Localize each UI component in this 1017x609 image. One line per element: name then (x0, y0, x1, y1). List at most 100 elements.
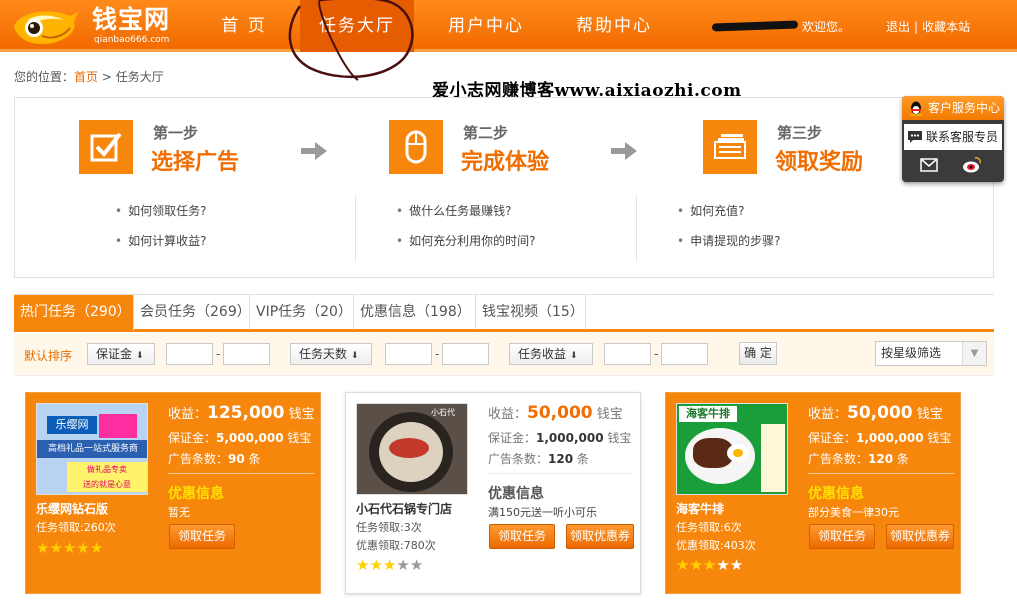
steps-panel: 第一步 选择广告 第二步 完成体验 第三步 领取奖励 如何领取任务? 如何计算收… (14, 97, 994, 278)
breadcrumb: 您的位置：首页 > 任务大厅 (14, 68, 164, 85)
star-icon: ★ (676, 556, 690, 574)
task-image[interactable]: 海客牛排 (676, 403, 788, 495)
header: 钱宝网 qianbao666.com 首 页 任务大厅 用户中心 帮助中心 欢迎… (0, 0, 1017, 52)
profit: 收益：50,000 钱宝 (808, 403, 943, 423)
profit-unit: 钱宝 (596, 407, 623, 422)
claim-coupon-button[interactable]: 领取优惠券 (566, 524, 634, 549)
sort-profit-button[interactable]: 任务收益 (509, 343, 593, 365)
welcome-text: 欢迎您。 (802, 20, 851, 34)
sort-days-button[interactable]: 任务天数 (290, 343, 372, 365)
deposit-value: 1,000,000 (856, 431, 924, 445)
breadcrumb-prefix: 您的位置： (14, 70, 75, 84)
nav-help-center[interactable]: 帮助中心 (564, 0, 664, 52)
star-filter-select[interactable]: 按星级筛选 ▼ (875, 341, 987, 366)
profit-unit: 钱宝 (288, 407, 315, 422)
confirm-button[interactable]: 确 定 (739, 342, 777, 365)
tab-hot-tasks[interactable]: 热门任务（290） (14, 295, 134, 330)
default-sort-label[interactable]: 默认排序 (24, 347, 72, 364)
filter-bar: 默认排序 保证金 - 任务天数 - 任务收益 - 确 定 按星级筛选 ▼ (14, 334, 994, 376)
arrow-right-icon (611, 142, 637, 160)
ad-count-value: 90 (228, 452, 245, 466)
breadcrumb-home[interactable]: 首页 (74, 70, 98, 84)
logo[interactable]: 钱宝网 qianbao666.com (12, 4, 172, 48)
star-icon: ★ (36, 539, 50, 557)
claim-task-button[interactable]: 领取任务 (809, 524, 875, 549)
task-name[interactable]: 海客牛排 (676, 500, 724, 517)
ad-count-unit: 条 (248, 452, 261, 466)
deposit-value: 1,000,000 (536, 431, 604, 445)
task-name[interactable]: 小石代石锅专门店 (356, 500, 452, 517)
task-image[interactable]: 小石代 (356, 403, 468, 495)
tab-member-tasks[interactable]: 会员任务（269） (134, 295, 251, 330)
promo-text: 部分美食一律30元 (808, 506, 899, 519)
tab-vip-tasks[interactable]: VIP任务（20） (250, 295, 354, 330)
image-caption: 做礼品专卖 (87, 465, 127, 474)
faq-link[interactable]: 如何计算收益? (115, 226, 375, 256)
mail-icon[interactable] (920, 158, 938, 172)
profit-min-input[interactable] (604, 343, 651, 365)
claim-task-button[interactable]: 领取任务 (489, 524, 555, 549)
checkbox-icon (79, 120, 133, 174)
deposit-min-input[interactable] (166, 343, 213, 365)
claim-coupon-button[interactable]: 领取优惠券 (886, 524, 954, 549)
money-icon (703, 120, 757, 174)
ad-count-unit: 条 (896, 452, 909, 466)
ad-count: 广告条数：90 条 (168, 450, 261, 467)
claim-task-button[interactable]: 领取任务 (169, 524, 235, 549)
task-card[interactable]: 海客牛排 海客牛排 任务领取:6次 优惠领取:403次 ★★★★★ 收益：50,… (665, 392, 961, 594)
star-icon: ★ (689, 556, 703, 574)
task-image[interactable]: 乐缨网 高档礼品一站式服务商 做礼品专卖 送的就是心意 (36, 403, 148, 495)
deposit: 保证金：5,000,000 钱宝 (168, 429, 311, 446)
task-card[interactable]: 小石代 小石代石锅专门店 任务领取:3次 优惠领取:780次 ★★★★★ 收益：… (345, 392, 641, 594)
star-icon: ★ (396, 556, 410, 574)
profit-label: 收益： (808, 407, 848, 422)
logo-domain: qianbao666.com (94, 35, 170, 45)
profit-unit: 钱宝 (916, 407, 943, 422)
faq-link[interactable]: 申请提现的步骤? (677, 226, 937, 256)
star-filter-value: 按星级筛选 (881, 346, 942, 360)
days-max-input[interactable] (442, 343, 489, 365)
arrow-right-icon (301, 142, 327, 160)
deposit-unit: 钱宝 (927, 431, 952, 445)
star-icon: ★ (716, 556, 730, 574)
faq-link[interactable]: 做什么任务最赚钱? (396, 196, 656, 226)
faq-link[interactable]: 如何充分利用你的时间? (396, 226, 656, 256)
annotation-circle (288, 0, 414, 81)
contact-agent-button[interactable]: 联系客服专员 (904, 124, 1002, 150)
deposit-max-input[interactable] (223, 343, 270, 365)
faq-column-3: 如何充值? 申请提现的步骤? (677, 196, 937, 266)
logout-link[interactable]: 退出 (886, 20, 910, 34)
bird-logo-icon (14, 11, 78, 44)
range-dash: - (216, 347, 221, 361)
tab-promotions[interactable]: 优惠信息（198） (354, 295, 476, 330)
contact-agent-label: 联系客服专员 (926, 130, 999, 144)
ad-count-label: 广告条数： (488, 452, 549, 466)
task-name[interactable]: 乐缨网钻石版 (36, 500, 108, 517)
customer-service-title[interactable]: 客户服务中心 (902, 96, 1004, 120)
days-min-input[interactable] (385, 343, 432, 365)
nav-home[interactable]: 首 页 (204, 0, 284, 52)
star-icon: ★ (89, 539, 104, 557)
breadcrumb-separator: > (98, 70, 116, 84)
sort-deposit-button[interactable]: 保证金 (87, 343, 155, 365)
profit-max-input[interactable] (661, 343, 708, 365)
task-card[interactable]: 乐缨网 高档礼品一站式服务商 做礼品专卖 送的就是心意 乐缨网钻石版 任务领取:… (25, 392, 321, 594)
star-icon: ★ (62, 539, 77, 557)
mouse-icon (389, 120, 443, 174)
breadcrumb-current: 任务大厅 (115, 70, 164, 84)
divider (168, 473, 314, 474)
chevron-down-icon[interactable]: ▼ (962, 342, 986, 365)
nav-user-center[interactable]: 用户中心 (436, 0, 536, 52)
faq-link[interactable]: 如何充值? (677, 196, 937, 226)
step-3-number: 第三步 (777, 124, 823, 142)
favorite-link[interactable]: 收藏本站 (922, 20, 970, 34)
tab-videos[interactable]: 钱宝视频（15） (476, 295, 586, 330)
promo-text: 暂无 (168, 506, 190, 519)
star-icon: ★ (382, 556, 397, 574)
faq-link[interactable]: 如何领取任务? (115, 196, 375, 226)
ad-count-value: 120 (548, 452, 574, 466)
star-icon: ★ (356, 556, 370, 574)
weibo-icon[interactable] (962, 156, 982, 174)
step-2-title: 完成体验 (461, 150, 550, 175)
coupon-receive-count: 优惠领取:780次 (356, 539, 436, 552)
